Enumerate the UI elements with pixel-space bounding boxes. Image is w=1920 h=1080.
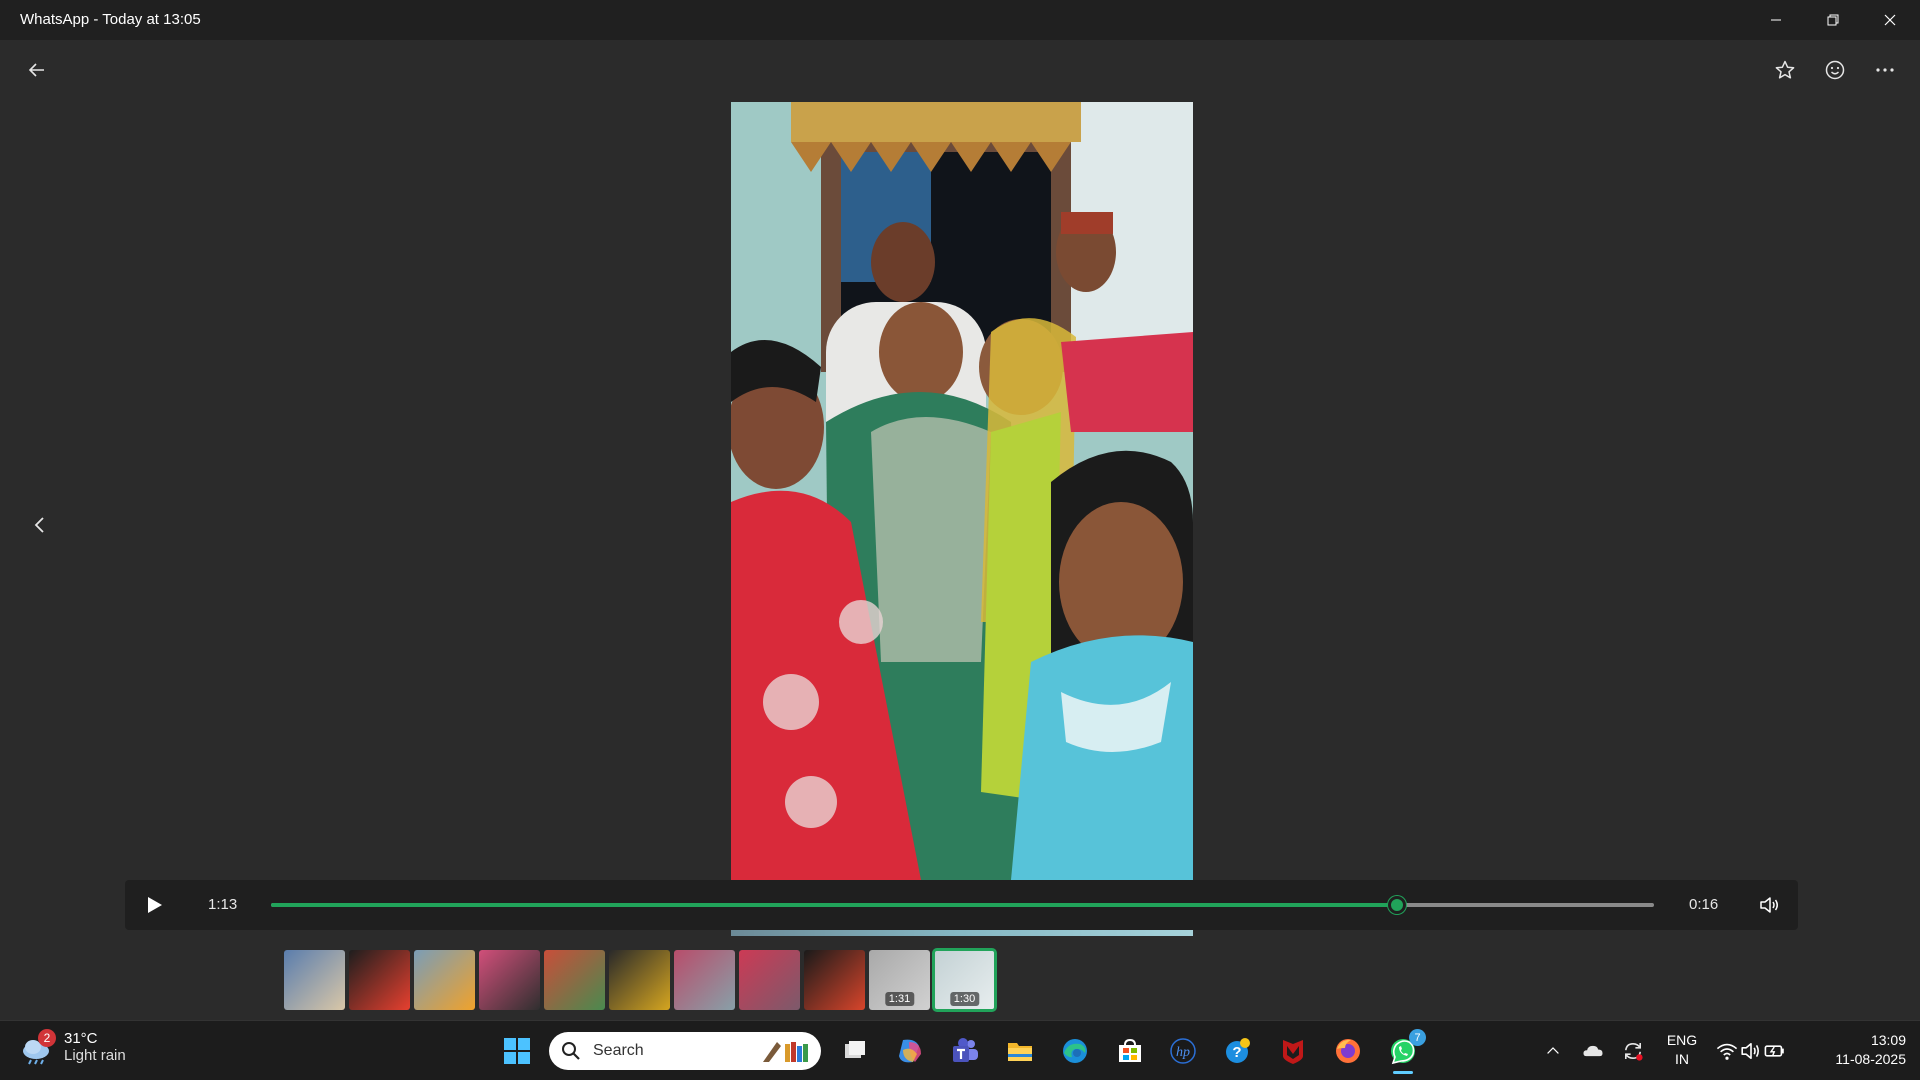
taskbar: 2 31°C Light rain Search hp ? ENG IN 13:…: [0, 1020, 1920, 1080]
microsoft-store-button[interactable]: [1110, 1031, 1150, 1071]
clock-date: 11-08-2025: [1835, 1051, 1906, 1067]
clock[interactable]: 13:09 11-08-2025: [1810, 1031, 1906, 1069]
star-icon: [1775, 60, 1795, 79]
play-button[interactable]: [139, 890, 169, 920]
copilot-button[interactable]: [890, 1031, 930, 1071]
store-icon: [1119, 1038, 1141, 1062]
star-button[interactable]: [1765, 50, 1805, 90]
hp-button[interactable]: hp: [1163, 1031, 1203, 1071]
seek-bar-thumb[interactable]: [1387, 896, 1406, 914]
folder-icon: [1008, 1043, 1032, 1061]
thumbnail-duration: 1:30: [949, 992, 980, 1006]
chevron-up-icon: [1547, 1047, 1559, 1054]
teams-icon: [953, 1038, 978, 1062]
svg-text:hp: hp: [1176, 1045, 1190, 1060]
back-arrow-icon: [28, 63, 44, 77]
media-thumbnail[interactable]: [479, 950, 540, 1010]
weather-condition: Light rain: [64, 1047, 126, 1064]
hp-icon: hp: [1170, 1038, 1196, 1064]
window-title: WhatsApp - Today at 13:05: [20, 11, 201, 28]
media-viewer: [0, 40, 1920, 1020]
restore-icon: [1827, 14, 1839, 26]
media-thumbnail[interactable]: 1:31: [869, 950, 930, 1010]
svg-text:?: ?: [1232, 1044, 1241, 1061]
weather-icon: 2: [20, 1029, 56, 1065]
media-thumbnail[interactable]: [674, 950, 735, 1010]
sync-icon: [1625, 1042, 1643, 1061]
media-thumbnail[interactable]: [284, 950, 345, 1010]
teams-button[interactable]: [945, 1031, 985, 1071]
sync-status-button[interactable]: [1613, 1031, 1653, 1071]
media-thumbnail[interactable]: [414, 950, 475, 1010]
search-highlight-icon: [763, 1042, 808, 1062]
search-label: Search: [593, 1042, 644, 1059]
volume-button[interactable]: [1754, 890, 1784, 920]
chevron-left-icon: [34, 517, 44, 533]
media-thumbnail-strip: 1:31 1:30: [284, 948, 997, 1012]
mcafee-button[interactable]: [1273, 1031, 1313, 1071]
whatsapp-notification-badge: 7: [1409, 1029, 1426, 1046]
remaining-time: 0:16: [1689, 896, 1719, 913]
volume-icon: [1760, 897, 1778, 913]
clock-time: 13:09: [1870, 1032, 1906, 1048]
seek-bar-progress: [271, 903, 1397, 907]
get-help-button[interactable]: ?: [1218, 1031, 1258, 1071]
video-bottom-strip: [731, 930, 1193, 936]
speaker-icon: [1741, 1043, 1759, 1059]
minimize-icon: [1771, 19, 1781, 21]
elapsed-time: 1:13: [208, 896, 238, 913]
video-player-controls: 1:13 0:16: [125, 880, 1798, 930]
mcafee-icon: [1283, 1040, 1303, 1064]
emoji-icon: [1825, 60, 1845, 80]
whatsapp-active-indicator: [1393, 1071, 1413, 1074]
weather-widget[interactable]: 2 31°C Light rain: [20, 1029, 126, 1065]
minimize-button[interactable]: [1748, 0, 1804, 40]
weather-badge: 2: [38, 1029, 56, 1047]
onedrive-cloud-icon: [1583, 1045, 1603, 1057]
task-view-icon: [845, 1041, 865, 1058]
react-button[interactable]: [1815, 50, 1855, 90]
media-thumbnail[interactable]: [349, 950, 410, 1010]
seek-bar[interactable]: [271, 896, 1654, 914]
previous-media-button[interactable]: [20, 505, 60, 545]
battery-charging-icon: [1764, 1045, 1784, 1057]
search-icon: [562, 1042, 580, 1060]
video-frame-image: [731, 102, 1193, 880]
media-thumbnail[interactable]: [609, 950, 670, 1010]
media-thumbnail[interactable]: 1:30: [932, 948, 997, 1012]
firefox-icon: [1336, 1039, 1360, 1063]
file-explorer-button[interactable]: [1000, 1031, 1040, 1071]
start-button[interactable]: [497, 1031, 537, 1071]
edge-button[interactable]: [1055, 1031, 1095, 1071]
restore-button[interactable]: [1805, 0, 1861, 40]
task-view-button[interactable]: [835, 1031, 875, 1071]
edge-icon: [1063, 1039, 1087, 1063]
show-hidden-icons-button[interactable]: [1533, 1031, 1573, 1071]
network-volume-battery-button[interactable]: [1706, 1031, 1796, 1071]
language-code: ENG: [1666, 1032, 1698, 1048]
more-icon: [1876, 68, 1894, 72]
video-frame[interactable]: [731, 102, 1193, 880]
language-region: IN: [1675, 1051, 1689, 1067]
media-thumbnail[interactable]: [739, 950, 800, 1010]
media-thumbnail[interactable]: [804, 950, 865, 1010]
close-icon: [1884, 14, 1896, 26]
more-options-button[interactable]: [1865, 50, 1905, 90]
firefox-button[interactable]: [1328, 1031, 1368, 1071]
copilot-icon: [899, 1039, 921, 1063]
title-bar: WhatsApp - Today at 13:05: [0, 0, 1920, 40]
onedrive-button[interactable]: [1573, 1031, 1613, 1071]
play-icon: [148, 897, 162, 913]
wifi-icon: [1716, 1043, 1738, 1060]
windows-icon: [504, 1038, 530, 1064]
close-button[interactable]: [1862, 0, 1918, 40]
media-thumbnail[interactable]: [544, 950, 605, 1010]
back-button[interactable]: [17, 50, 57, 90]
thumbnail-duration: 1:31: [884, 992, 915, 1006]
weather-temperature: 31°C: [64, 1030, 98, 1047]
taskbar-search[interactable]: Search: [549, 1032, 821, 1070]
help-icon: ?: [1226, 1038, 1250, 1063]
language-indicator[interactable]: ENG IN: [1662, 1031, 1702, 1069]
